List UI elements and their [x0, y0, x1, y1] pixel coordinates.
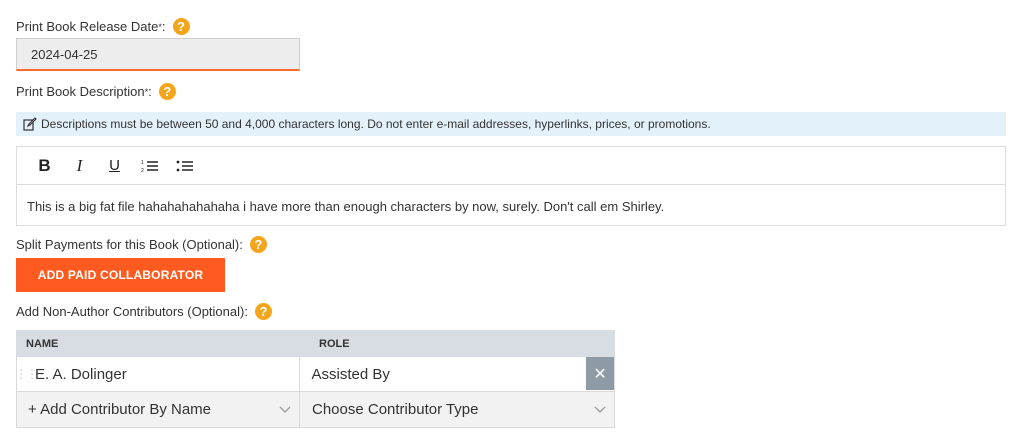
- description-label: Print Book Description *: ?: [16, 83, 176, 100]
- close-icon: ✕: [593, 365, 607, 383]
- contributors-label-text: Add Non-Author Contributors (Optional):: [16, 304, 248, 319]
- add-paid-collaborator-button[interactable]: ADD PAID COLLABORATOR: [16, 258, 225, 292]
- contributor-type-select[interactable]: Choose Contributor Type: [300, 392, 614, 427]
- release-date-label-text: Print Book Release Date: [16, 19, 159, 34]
- chevron-down-icon: [279, 406, 291, 413]
- split-payments-label: Split Payments for this Book (Optional):…: [16, 236, 267, 253]
- contributor-name: E. A. Dolinger: [35, 365, 127, 383]
- svg-text:1: 1: [141, 160, 144, 166]
- add-contributor-placeholder: + Add Contributor By Name: [28, 401, 212, 418]
- contributors-table: NAME ROLE ⋮⋮ E. A. Dolinger Assisted By …: [15, 330, 615, 428]
- description-editor[interactable]: B I U 1 2 This is a big fat file hahahah…: [16, 146, 1006, 226]
- contributor-role-cell[interactable]: Assisted By: [300, 357, 587, 391]
- chevron-down-icon: [594, 406, 606, 413]
- column-header-role: ROLE: [319, 337, 350, 350]
- bullet-list-icon: [176, 160, 193, 171]
- remove-contributor-button[interactable]: ✕: [586, 357, 614, 390]
- italic-button[interactable]: I: [62, 152, 97, 180]
- release-date-label: Print Book Release Date *: ?: [16, 18, 190, 35]
- svg-text:2: 2: [141, 168, 144, 173]
- ordered-list-button[interactable]: 1 2: [132, 152, 167, 180]
- release-date-value: 2024-04-25: [31, 46, 98, 62]
- table-header: NAME ROLE: [16, 330, 615, 357]
- required-mark: *: [158, 21, 162, 32]
- notice-text: Descriptions must be between 50 and 4,00…: [41, 117, 711, 131]
- edit-icon: [23, 117, 37, 131]
- help-icon[interactable]: ?: [158, 83, 176, 100]
- column-header-name: NAME: [26, 337, 59, 350]
- description-text[interactable]: This is a big fat file hahahahahahaha i …: [17, 185, 1005, 214]
- contributor-name-cell[interactable]: ⋮⋮ E. A. Dolinger: [15, 357, 300, 391]
- required-mark: *: [144, 86, 149, 97]
- description-notice: Descriptions must be between 50 and 4,00…: [16, 112, 1006, 136]
- drag-handle-icon[interactable]: ⋮⋮: [15, 367, 38, 381]
- bold-button[interactable]: B: [27, 152, 62, 180]
- underline-button[interactable]: U: [97, 152, 132, 180]
- ordered-list-icon: 1 2: [141, 160, 158, 173]
- contributor-type-placeholder: Choose Contributor Type: [312, 401, 479, 418]
- split-payments-label-text: Split Payments for this Book (Optional):: [16, 237, 243, 252]
- add-contributor-row: + Add Contributor By Name Choose Contrib…: [16, 392, 615, 428]
- help-icon[interactable]: ?: [172, 18, 190, 35]
- add-contributor-select[interactable]: + Add Contributor By Name: [17, 392, 300, 427]
- description-label-text: Print Book Description: [16, 84, 145, 99]
- editor-toolbar: B I U 1 2: [17, 147, 1005, 185]
- bullet-list-button[interactable]: [167, 152, 202, 180]
- help-icon[interactable]: ?: [254, 303, 272, 320]
- contributor-role: Assisted By: [311, 365, 390, 383]
- contributors-label: Add Non-Author Contributors (Optional): …: [16, 303, 272, 320]
- table-row: ⋮⋮ E. A. Dolinger Assisted By ✕: [15, 357, 615, 392]
- release-date-input[interactable]: 2024-04-25: [16, 38, 300, 71]
- help-icon[interactable]: ?: [249, 236, 267, 253]
